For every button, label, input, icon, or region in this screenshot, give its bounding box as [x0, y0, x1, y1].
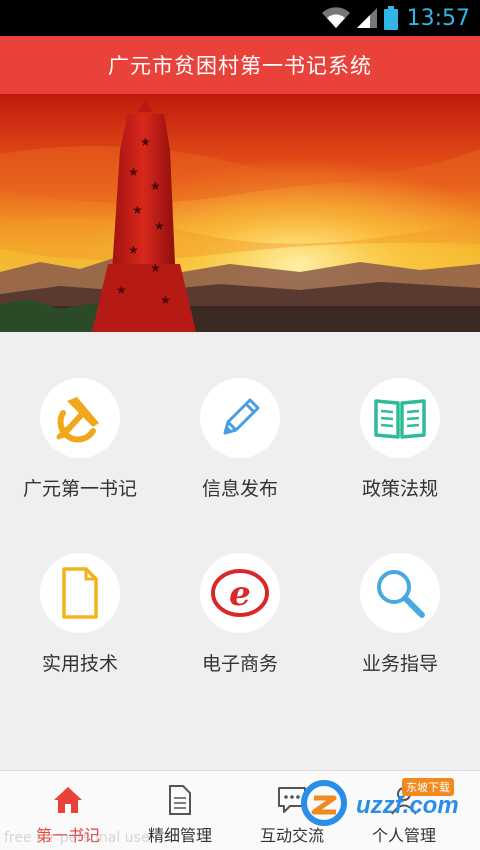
- menu-item-label: 电子商务: [201, 653, 278, 675]
- open-book-icon: [374, 399, 426, 439]
- battery-icon: [383, 6, 398, 30]
- e-letter-icon: e: [211, 569, 269, 617]
- document-icon: [169, 785, 191, 815]
- menu-item-business-guidance[interactable]: 业务指导: [320, 507, 480, 682]
- svg-text:★: ★: [116, 283, 127, 297]
- menu-item-ecommerce[interactable]: e 电子商务: [160, 507, 320, 682]
- clock: 13:57: [406, 5, 470, 31]
- menu-icon-circle: [200, 378, 280, 458]
- watermark-text: free for personal use: [4, 830, 150, 846]
- menu-icon-circle: e: [200, 553, 280, 633]
- svg-text:e: e: [229, 574, 251, 614]
- app-header: 广元市贫困村第一书记系统: [0, 36, 480, 94]
- signal-icon: [356, 8, 377, 28]
- status-bar: 13:57: [0, 0, 480, 36]
- page-title: 广元市贫困村第一书记系统: [108, 54, 372, 78]
- menu-item-label: 政策法规: [361, 478, 438, 500]
- menu-item-label: 信息发布: [201, 478, 278, 500]
- tab-label: 精细管理: [147, 826, 212, 845]
- menu-item-label: 实用技术: [41, 653, 118, 675]
- party-emblem-icon: [56, 397, 99, 443]
- svg-text:★: ★: [132, 203, 143, 217]
- svg-text:★: ★: [150, 179, 161, 193]
- watermark-logo: uzzf.com 东坡下载: [294, 778, 472, 828]
- menu-icon-circle: [40, 378, 120, 458]
- svg-text:★: ★: [128, 243, 139, 257]
- home-icon: [54, 787, 82, 813]
- menu-item-policy[interactable]: 政策法规: [320, 332, 480, 507]
- pencil-icon: [223, 398, 260, 435]
- menu-item-info-publish[interactable]: 信息发布: [160, 332, 320, 507]
- menu-item-first-secretary[interactable]: 广元第一书记: [0, 332, 160, 507]
- menu-item-practical-tech[interactable]: 实用技术: [0, 507, 160, 682]
- svg-text:★: ★: [128, 165, 139, 179]
- svg-text:★: ★: [140, 135, 151, 149]
- menu-icon-circle: [40, 553, 120, 633]
- menu-icon-circle: [360, 553, 440, 633]
- document-icon: [62, 567, 98, 619]
- menu-item-label: 业务指导: [361, 653, 438, 675]
- magnifier-icon: [377, 570, 425, 618]
- svg-text:★: ★: [154, 219, 165, 233]
- menu-grid: 广元第一书记 信息发布 政策法规 实用技术 e 电子商务 业务指导: [0, 332, 480, 770]
- svg-text:★: ★: [160, 293, 171, 307]
- wifi-icon: [321, 7, 350, 29]
- menu-item-label: 广元第一书记: [22, 478, 137, 500]
- svg-text:★: ★: [150, 261, 161, 275]
- banner-image: ★ ★ ★ ★ ★ ★ ★ ★ ★: [0, 94, 480, 332]
- menu-icon-circle: [360, 378, 440, 458]
